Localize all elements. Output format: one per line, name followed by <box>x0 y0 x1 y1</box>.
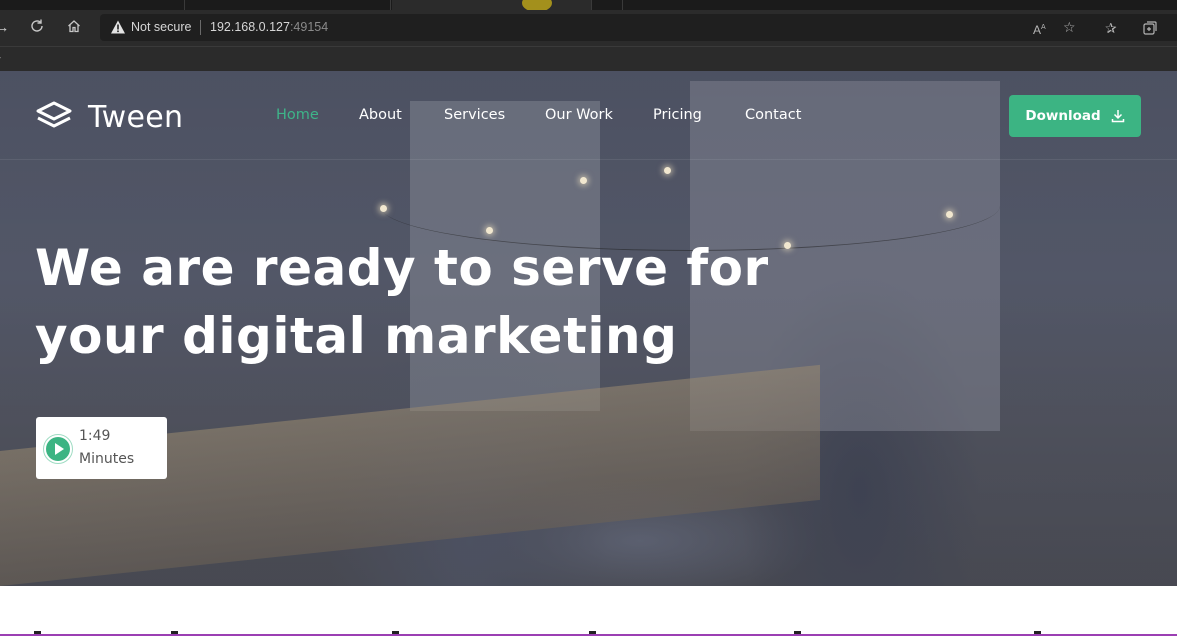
headline-line-2: your digital marketing <box>35 307 678 365</box>
bookmark-chevron-icon[interactable]: › <box>0 50 1 64</box>
next-section <box>0 586 1177 636</box>
hero-headline: We are ready to serve for your digital m… <box>35 234 795 370</box>
security-label[interactable]: Not secure <box>131 20 191 34</box>
nav-home[interactable]: Home <box>276 107 319 123</box>
favorite-add-icon[interactable]: ☆ <box>1063 20 1076 34</box>
headline-line-1: We are ready to serve for <box>35 239 769 297</box>
light-bulb <box>664 167 671 174</box>
nav-our-work[interactable]: Our Work <box>545 107 613 123</box>
light-bulb <box>946 211 953 218</box>
video-play-card[interactable]: 1:49 Minutes <box>36 417 167 479</box>
refresh-icon[interactable] <box>27 18 47 38</box>
collections-icon[interactable] <box>1143 21 1157 37</box>
hero-section: Tween Home About Services Our Work Prici… <box>0 71 1177 586</box>
play-icon[interactable] <box>46 437 70 461</box>
layers-icon <box>36 101 72 128</box>
video-duration: 1:49 <box>79 428 111 444</box>
site-logo[interactable]: Tween <box>36 99 184 135</box>
browser-tab[interactable] <box>0 0 185 10</box>
browser-tab[interactable] <box>186 0 391 10</box>
nav-about[interactable]: About <box>359 107 402 123</box>
light-bulb <box>486 227 493 234</box>
favorites-icon[interactable]: ✰ <box>1105 21 1117 35</box>
address-bar[interactable]: Not secure 192.168.0.127:49154 AA ☆ <box>100 14 1177 41</box>
header-divider <box>0 159 1177 160</box>
brand-name: Tween <box>88 99 184 135</box>
video-duration-unit: Minutes <box>79 451 135 467</box>
download-label: Download <box>1025 108 1101 124</box>
back-icon[interactable]: → <box>0 18 12 38</box>
home-icon[interactable] <box>64 18 84 38</box>
light-bulb <box>380 205 387 212</box>
browser-toolbar: → Not secure 192.168.0.127:49154 AA ☆ ✰ <box>0 10 1177 46</box>
browser-tab-strip <box>0 0 1177 10</box>
new-tab-button[interactable] <box>593 0 623 10</box>
light-bulb <box>580 177 587 184</box>
nav-pricing[interactable]: Pricing <box>653 107 702 123</box>
url-text[interactable]: 192.168.0.127:49154 <box>210 20 328 34</box>
download-button[interactable]: Download <box>1009 95 1141 137</box>
read-aloud-icon[interactable]: AA <box>1033 21 1046 37</box>
browser-tab-active[interactable] <box>392 0 592 10</box>
url-port: :49154 <box>289 20 329 34</box>
url-host: 192.168.0.127 <box>210 20 290 34</box>
bookmarks-bar: › <box>0 46 1177 71</box>
download-icon <box>1111 110 1124 123</box>
url-separator <box>200 20 201 35</box>
nav-services[interactable]: Services <box>444 107 505 123</box>
cursor-highlight <box>522 0 552 10</box>
warning-icon <box>111 20 125 34</box>
nav-contact[interactable]: Contact <box>745 107 801 123</box>
